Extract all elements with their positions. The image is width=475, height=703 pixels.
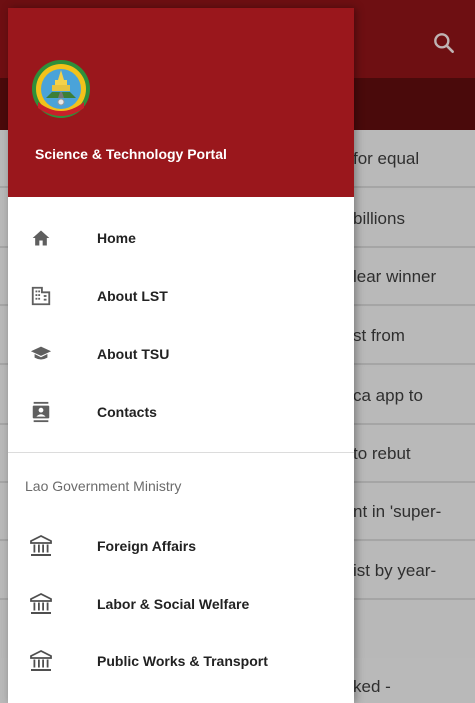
list-item-title: lear winner	[353, 267, 437, 286]
menu-item-label: Labor & Social Welfare	[97, 596, 250, 612]
drawer-title: Science & Technology Portal	[35, 146, 227, 162]
menu-item-public-works-transport[interactable]: Public Works & Transport	[8, 632, 354, 690]
menu-item-label: Home	[97, 230, 136, 246]
ministry-building-icon	[29, 592, 53, 616]
list-item-title: st from	[353, 326, 405, 345]
search-icon[interactable]	[431, 30, 457, 56]
menu-item-label: About LST	[97, 288, 168, 304]
menu-item-label: Public Works & Transport	[97, 653, 268, 669]
list-item-title: ca app to	[353, 386, 423, 405]
menu-item-about-lst[interactable]: About LST	[8, 267, 354, 325]
contacts-icon	[29, 400, 53, 424]
navigation-drawer: Science & Technology Portal Home About L…	[8, 8, 354, 703]
graduation-cap-icon	[29, 342, 53, 366]
menu-item-label: Contacts	[97, 404, 157, 420]
menu-item-contacts[interactable]: Contacts	[8, 383, 354, 441]
menu-item-label: About TSU	[97, 346, 170, 362]
list-item-title: ked -	[353, 677, 391, 696]
menu-item-home[interactable]: Home	[8, 209, 354, 267]
menu-item-labor-social-welfare[interactable]: Labor & Social Welfare	[8, 575, 354, 633]
menu-item-foreign-affairs[interactable]: Foreign Affairs	[8, 517, 354, 575]
drawer-header: Science & Technology Portal	[8, 8, 354, 197]
menu-item-label: Foreign Affairs	[97, 538, 197, 554]
list-item-title: to rebut	[353, 444, 411, 463]
ministry-building-icon	[29, 649, 53, 673]
home-icon	[29, 226, 53, 250]
list-item-title: ist by year-	[353, 561, 437, 580]
ministry-building-icon	[29, 534, 53, 558]
menu-item-about-tsu[interactable]: About TSU	[8, 325, 354, 383]
list-item-title: for equal	[353, 149, 420, 168]
divider	[8, 452, 354, 453]
lao-emblem-logo	[30, 58, 92, 120]
list-item-title: billions	[353, 209, 405, 228]
list-item-title: nt in 'super-	[353, 502, 442, 521]
section-header: Lao Government Ministry	[25, 478, 182, 494]
building-icon	[29, 284, 53, 308]
